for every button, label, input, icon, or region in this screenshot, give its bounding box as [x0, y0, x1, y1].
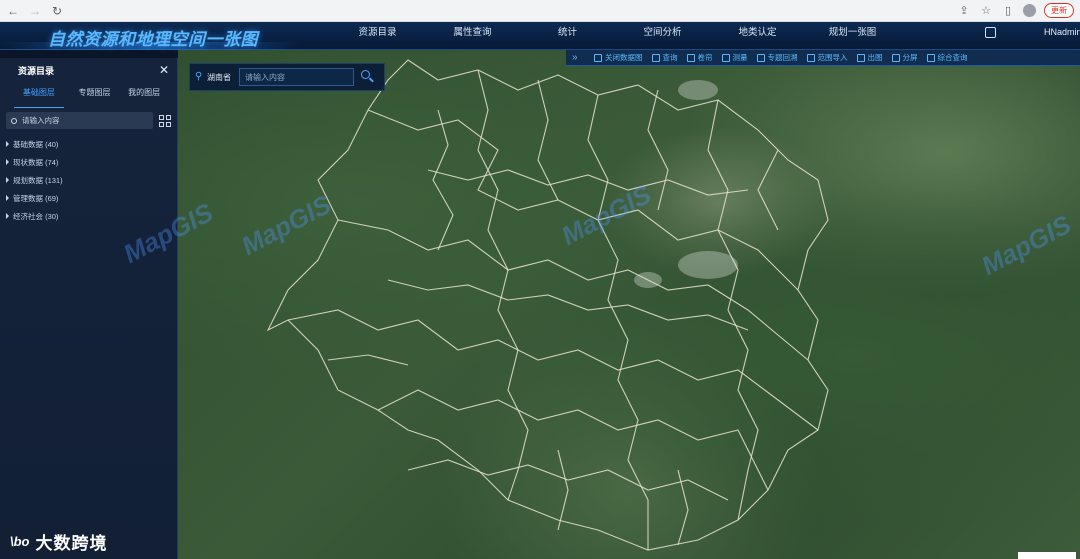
query-icon [651, 53, 660, 62]
watermark-logo: \bo [10, 534, 30, 549]
tab-thematic-layers[interactable]: 专题图层 [70, 82, 120, 108]
caret-right-icon [6, 177, 9, 183]
edit-icon [594, 53, 602, 62]
star-icon[interactable]: ☆ [979, 4, 993, 18]
reload-icon[interactable]: ↻ [50, 4, 64, 18]
tool-print-map[interactable]: 出图 [856, 52, 883, 63]
tree-item-planning-data[interactable]: 规划数据 (131) [6, 171, 177, 189]
region-selector[interactable]: 湖南省 [207, 72, 231, 83]
print-icon [856, 53, 865, 62]
close-icon[interactable]: ✕ [159, 64, 169, 76]
grid-view-icon[interactable] [159, 114, 171, 127]
sidebar-search [6, 112, 153, 129]
catalog-tree: 基础数据 (40) 现状数据 (74) 规划数据 (131) 管理数据 (69)… [0, 129, 177, 225]
fullscreen-icon[interactable] [985, 27, 996, 38]
collapse-double-chevron-icon[interactable]: » [572, 52, 594, 63]
tool-measure[interactable]: 测量 [721, 52, 748, 63]
sidebar-title: 资源目录 [18, 65, 55, 76]
tool-split-screen[interactable]: 分屏 [891, 52, 918, 63]
sidepanel-icon[interactable]: ▯ [1001, 4, 1015, 18]
tree-item-basic-data[interactable]: 基础数据 (40) [6, 135, 177, 153]
caret-right-icon [6, 159, 9, 165]
watermark: \bo 大数跨境 [10, 529, 108, 554]
tool-comprehensive-query[interactable]: 综合查询 [926, 52, 968, 63]
import-icon [806, 53, 815, 62]
app-title: 自然资源和地理空间一张图 [48, 30, 258, 49]
nav-item-land-identification[interactable]: 地类认定 [710, 22, 805, 50]
tool-range-import[interactable]: 范围导入 [806, 52, 848, 63]
forward-arrow-icon[interactable]: → [28, 4, 42, 18]
split-screen-icon [891, 53, 900, 62]
map-search-panel: ⚲ 湖南省 [189, 63, 385, 91]
sidebar-search-row [0, 108, 177, 129]
tree-item-management-data[interactable]: 管理数据 (69) [6, 189, 177, 207]
tool-query[interactable]: 查询 [651, 52, 678, 63]
nav-item-resource-catalog[interactable]: 资源目录 [330, 22, 425, 50]
main-nav: 资源目录 属性查询 统计 空间分析 地类认定 规划一张图 [330, 22, 900, 50]
satellite-map[interactable]: MapGIS MapGIS MapGIS [178, 50, 1080, 559]
profile-avatar-icon[interactable] [1023, 4, 1036, 17]
caret-right-icon [6, 213, 9, 219]
map-search-input[interactable] [239, 68, 354, 86]
history-icon [756, 53, 765, 62]
nav-item-statistics[interactable]: 统计 [520, 22, 615, 50]
search-list-icon [926, 53, 935, 62]
tree-item-socioeconomic[interactable]: 经济社会 (30) [6, 207, 177, 225]
sidebar-tabs: 基础图层 专题图层 我的图层 [0, 82, 177, 108]
back-arrow-icon[interactable]: ← [6, 4, 20, 18]
sidebar-search-input[interactable] [22, 116, 142, 125]
ruler-icon [721, 53, 730, 62]
username[interactable]: HNadmin [1044, 27, 1080, 37]
app-header: 自然资源和地理空间一张图 资源目录 属性查询 统计 空间分析 地类认定 规划一张… [0, 22, 1080, 50]
map-search-button[interactable] [358, 68, 376, 86]
caret-right-icon [6, 141, 9, 147]
nav-item-spatial-analysis[interactable]: 空间分析 [615, 22, 710, 50]
share-icon[interactable]: ⇪ [957, 4, 971, 18]
tab-my-layers[interactable]: 我的图层 [119, 82, 169, 108]
browser-toolbar: ← → ↻ ⇪ ☆ ▯ 更新 [0, 0, 1080, 22]
nav-item-planning-map[interactable]: 规划一张图 [805, 22, 900, 50]
tab-base-layers[interactable]: 基础图层 [14, 82, 64, 108]
swipe-icon [686, 53, 695, 62]
tree-item-current-data[interactable]: 现状数据 (74) [6, 153, 177, 171]
map-scale-bar [1018, 552, 1076, 559]
search-icon [11, 117, 17, 124]
sidebar-header: 资源目录 ✕ [0, 58, 177, 82]
browser-update-button[interactable]: 更新 [1044, 3, 1074, 18]
resource-catalog-sidebar: 资源目录 ✕ 基础图层 专题图层 我的图层 基础数据 (40) 现状数据 (74… [0, 58, 218, 559]
tool-swipe[interactable]: 卷帘 [686, 52, 713, 63]
admin-boundaries [266, 59, 829, 551]
caret-right-icon [6, 195, 9, 201]
nav-item-attribute-query[interactable]: 属性查询 [425, 22, 520, 50]
tool-thematic-backtrack[interactable]: 专题回溯 [756, 52, 798, 63]
watermark-text: 大数跨境 [35, 534, 108, 553]
location-pin-icon: ⚲ [195, 71, 203, 82]
tool-close-data-map[interactable]: 关闭数据图 [594, 52, 643, 63]
map-toolbar: » 关闭数据图 查询 卷帘 测量 专题回溯 范围导入 出图 分屏 综合查询 [566, 50, 1080, 66]
